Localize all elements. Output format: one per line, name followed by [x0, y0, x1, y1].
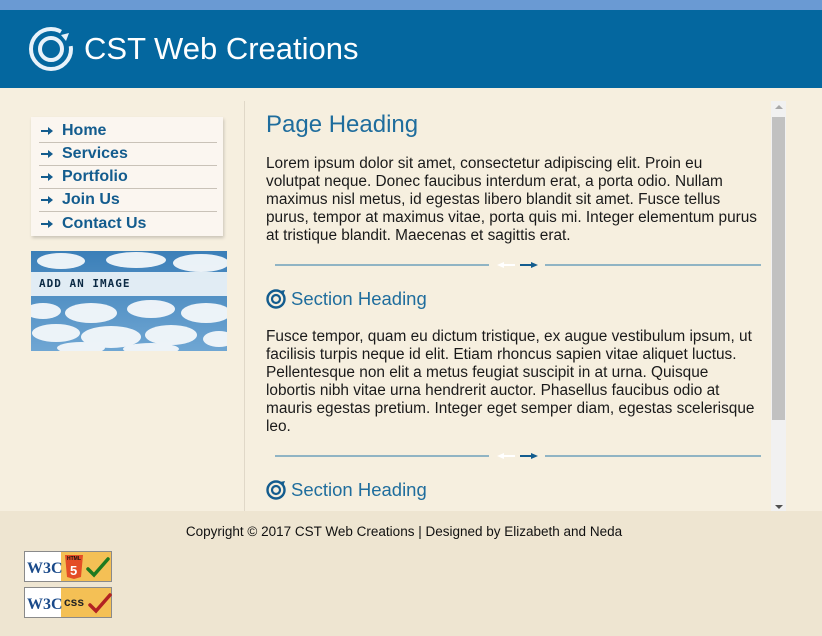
site-footer: Copyright © 2017 CST Web Creations | Des…	[0, 511, 822, 636]
top-accent-strip	[0, 0, 822, 10]
add-image-banner[interactable]: ADD AN IMAGE	[31, 251, 227, 351]
arrow-right-icon	[41, 219, 53, 228]
section-heading: Section Heading	[266, 288, 427, 310]
swirl-icon	[266, 480, 286, 500]
nav-item-home[interactable]: Home	[39, 120, 217, 143]
nav-item-contact-us[interactable]: Contact Us	[39, 212, 217, 235]
section-separator	[275, 453, 761, 459]
ad-caption-band: ADD AN IMAGE	[31, 272, 227, 296]
arrow-right-icon	[41, 173, 53, 181]
content-scrollbar[interactable]	[771, 101, 786, 511]
column-divider	[244, 101, 245, 511]
nav-item-label: Join Us	[62, 191, 120, 208]
w3c-css-badge[interactable]: W3C css	[24, 587, 112, 618]
site-header: CST Web Creations	[0, 10, 822, 88]
site-title[interactable]: CST Web Creations	[84, 30, 359, 68]
section-heading: Section Heading	[266, 479, 427, 501]
logo-icon	[29, 27, 73, 71]
arrow-right-icon	[41, 127, 53, 135]
sidebar-nav: Home Services Portfolio Join Us Contact …	[31, 117, 223, 236]
nav-item-label: Home	[62, 122, 107, 139]
html5-number: 5	[70, 563, 77, 578]
w3c-text: W3C	[27, 596, 63, 613]
html-text: HTML	[67, 556, 81, 562]
nav-item-label: Contact Us	[62, 214, 147, 232]
scroll-down-arrow-icon[interactable]	[775, 505, 783, 509]
scrollbar-thumb[interactable]	[772, 117, 785, 420]
arrow-right-icon	[41, 150, 53, 158]
nav-item-join-us[interactable]: Join Us	[39, 189, 217, 212]
arrow-right-icon	[41, 196, 53, 204]
page-title: Page Heading	[266, 111, 419, 138]
section-heading-text: Section Heading	[291, 479, 427, 500]
css-text: css	[64, 595, 84, 609]
nav-item-label: Portfolio	[62, 168, 128, 185]
nav-item-services[interactable]: Services	[39, 143, 217, 166]
w3c-html5-badge[interactable]: W3C HTML 5	[24, 551, 112, 582]
swirl-icon	[266, 289, 286, 309]
nav-item-label: Services	[62, 145, 128, 162]
ad-caption: ADD AN IMAGE	[39, 277, 131, 290]
body-paragraph: Fusce tempor, quam eu dictum tristique, …	[266, 328, 755, 436]
sky-clouds-image	[31, 251, 227, 351]
nav-item-portfolio[interactable]: Portfolio	[39, 166, 217, 189]
main-content: Page Heading Lorem ipsum dolor sit amet,…	[266, 100, 770, 511]
section-separator	[275, 262, 761, 268]
scroll-up-arrow-icon[interactable]	[775, 105, 783, 109]
copyright-text: Copyright © 2017 CST Web Creations | Des…	[185, 524, 623, 539]
w3c-text: W3C	[27, 560, 63, 577]
body-paragraph: Lorem ipsum dolor sit amet, consectetur …	[266, 155, 758, 245]
section-heading-text: Section Heading	[291, 288, 427, 309]
